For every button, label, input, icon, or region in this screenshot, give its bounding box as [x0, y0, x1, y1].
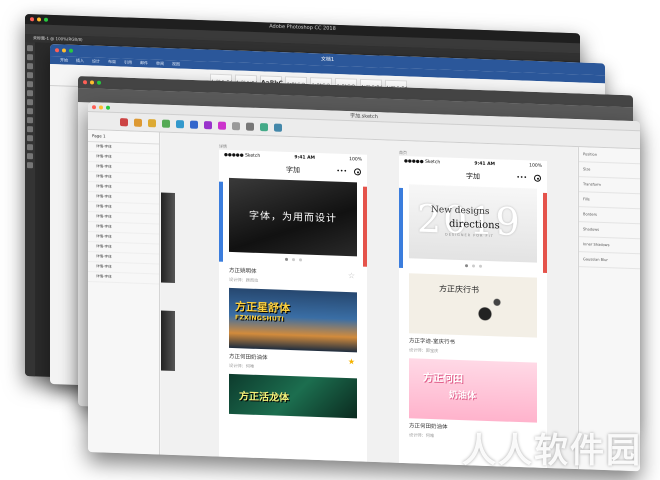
- toolbar-tool-icon[interactable]: [120, 117, 128, 126]
- phone-screen: ●●●●● Sketch 9:41 AM 100% 字加 ••• 字体，为用而设…: [219, 149, 367, 470]
- close-window-button[interactable]: [83, 80, 87, 85]
- star-outline-icon[interactable]: ☆: [348, 271, 355, 280]
- nav-title: 字加: [466, 172, 480, 181]
- carousel-dot[interactable]: [464, 263, 468, 267]
- toolbar-tool-icon[interactable]: [134, 118, 142, 127]
- layer-list: 详情-字体 详情-字体 详情-字体 详情-字体 详情-字体 详情-字体 详情-字体 详情-字体…: [88, 142, 159, 285]
- toolbar-tool-icon[interactable]: [148, 118, 156, 127]
- font-name: 方正何田奶油体: [229, 353, 268, 362]
- watermark-text: 人人软件园: [462, 431, 642, 471]
- carousel-dot[interactable]: [284, 257, 288, 261]
- hero-banner[interactable]: 字体，为用而设计: [229, 177, 357, 257]
- layer-row[interactable]: 详情-字体: [88, 272, 159, 285]
- carousel-prev-peek: [399, 187, 403, 269]
- font-card[interactable]: 方正何田奶油体 ★ 设计师：何唯 方正活龙体: [229, 352, 357, 419]
- crop-tool-icon[interactable]: [27, 72, 33, 79]
- gradient-tool-icon[interactable]: [27, 126, 33, 133]
- more-icon[interactable]: •••: [516, 174, 527, 181]
- banner-text: 字体，为用而设计: [249, 210, 337, 225]
- carousel-dot[interactable]: [298, 257, 302, 261]
- eraser-tool-icon[interactable]: [27, 117, 33, 124]
- toolbar-tool-icon[interactable]: [204, 120, 212, 129]
- carousel-next-peek: [363, 186, 367, 267]
- pen-tool-icon[interactable]: [27, 135, 33, 142]
- banner-line-1: New designs: [431, 204, 490, 218]
- eyedropper-tool-icon[interactable]: [27, 81, 33, 88]
- lasso-tool-icon[interactable]: [27, 63, 33, 70]
- more-icon[interactable]: •••: [336, 168, 347, 175]
- toolbar-tool-icon[interactable]: [246, 122, 254, 131]
- preview-subtitle: 奶油体: [449, 390, 477, 402]
- font-preview-image: 方正庆行书: [409, 273, 537, 338]
- carousel-prev-peek: [219, 181, 223, 262]
- font-name: 方正姚明体: [229, 267, 257, 275]
- preview-subtitle: FZXINGSHUTI: [235, 314, 285, 323]
- target-icon[interactable]: [534, 174, 541, 182]
- font-preview-image: 方正活龙体: [229, 373, 357, 419]
- preview-title: 方正星舒体: [235, 300, 290, 316]
- ribbon-tab[interactable]: 插入: [76, 58, 84, 64]
- font-preview-image: 方正星舒体 FZXINGSHUTI: [229, 287, 357, 353]
- toolbar-tool-icon[interactable]: [232, 121, 240, 130]
- screenshot-stage: Adobe Photoshop CC 2018 未标题-1 @ 100%(RGB…: [0, 0, 660, 480]
- star-filled-icon[interactable]: ★: [348, 357, 355, 366]
- sketch-canvas[interactable]: 详情 ●●●●● Sketch 9:41 AM 100% 字加 ••• 字体，为…: [161, 132, 577, 470]
- stamp-tool-icon[interactable]: [27, 108, 33, 115]
- carrier-text: ●●●●● Sketch: [404, 158, 441, 165]
- hero-banner[interactable]: 2019 New designs directions DESIGNER FOR…: [409, 184, 537, 263]
- battery-text: 100%: [529, 162, 542, 169]
- designer-name: 设计师：颜而拉: [229, 276, 259, 283]
- toolbar-tool-icon[interactable]: [218, 121, 226, 130]
- designer-name: 设计师：何唯: [229, 362, 255, 369]
- ribbon-tab[interactable]: 开始: [60, 57, 68, 63]
- nav-title: 字加: [286, 165, 300, 175]
- carousel-dot[interactable]: [478, 264, 482, 268]
- carousel-dot[interactable]: [471, 263, 475, 267]
- banner-line-2: directions: [449, 218, 500, 232]
- ribbon-tab[interactable]: 视图: [172, 61, 180, 67]
- font-preview-image: 方正何田 奶油体: [409, 358, 537, 423]
- font-card[interactable]: 方正姚明体 ☆ 设计师：颜而拉 方正星舒体 FZXINGSHUTI: [229, 266, 357, 353]
- healing-tool-icon[interactable]: [27, 90, 33, 97]
- offscreen-artboard-left: [161, 310, 175, 372]
- carousel-next-peek: [543, 192, 547, 274]
- font-card[interactable]: 方正庆行书 方正字迹-室庆行书 设计师：郭宝庆: [409, 273, 537, 357]
- ribbon-tab[interactable]: 邮件: [140, 60, 148, 66]
- toolbar-tool-icon[interactable]: [274, 122, 282, 132]
- artboard-home[interactable]: 首页 ●●●●● Sketch 9:41 AM 100% 字加 ••• 2019…: [399, 150, 547, 470]
- target-icon[interactable]: [354, 168, 361, 176]
- layers-panel: Page 1 详情-字体 详情-字体 详情-字体 详情-字体 详情-字体 详情-字体 详情-…: [88, 130, 160, 455]
- battery-text: 100%: [349, 156, 362, 163]
- sketch-window: 字加.sketch Page 1 详情-字体 详情-字体 详情-字体 详情-字体 详情-…: [88, 102, 640, 472]
- move-tool-icon[interactable]: [27, 45, 33, 52]
- text-tool-icon[interactable]: [27, 144, 33, 151]
- ink-illustration: [469, 289, 509, 331]
- ribbon-tab[interactable]: 引用: [124, 60, 132, 66]
- brush-tool-icon[interactable]: [27, 99, 33, 106]
- photoshop-toolbox: [25, 42, 35, 377]
- preview-title: 方正何田: [423, 372, 463, 386]
- maximize-window-button[interactable]: [97, 80, 101, 85]
- marquee-tool-icon[interactable]: [27, 54, 33, 61]
- ribbon-tab[interactable]: 设计: [92, 58, 100, 64]
- designer-name: 设计师：郭宝庆: [409, 347, 439, 354]
- inspector-section[interactable]: Gaussian Blur: [579, 252, 640, 270]
- carrier-text: ●●●●● Sketch: [224, 152, 261, 159]
- clock-text: 9:41 AM: [474, 160, 496, 167]
- toolbar-tool-icon[interactable]: [162, 119, 170, 128]
- offscreen-artboard-left: [161, 192, 175, 284]
- clock-text: 9:41 AM: [294, 154, 316, 161]
- preview-title: 方正活龙体: [239, 391, 289, 405]
- shape-tool-icon[interactable]: [27, 153, 33, 160]
- minimize-window-button[interactable]: [90, 80, 94, 85]
- toolbar-tool-icon[interactable]: [260, 122, 268, 131]
- toolbar-tool-icon[interactable]: [176, 119, 184, 128]
- toolbar-tool-icon[interactable]: [190, 120, 198, 129]
- hand-tool-icon[interactable]: [27, 162, 33, 169]
- ribbon-tab[interactable]: 布局: [108, 59, 116, 65]
- carousel-dot[interactable]: [291, 257, 295, 261]
- ribbon-tab[interactable]: 审阅: [156, 61, 164, 67]
- artboard-detail[interactable]: 详情 ●●●●● Sketch 9:41 AM 100% 字加 ••• 字体，为…: [219, 144, 367, 470]
- font-name: 方正字迹-室庆行书: [409, 338, 455, 346]
